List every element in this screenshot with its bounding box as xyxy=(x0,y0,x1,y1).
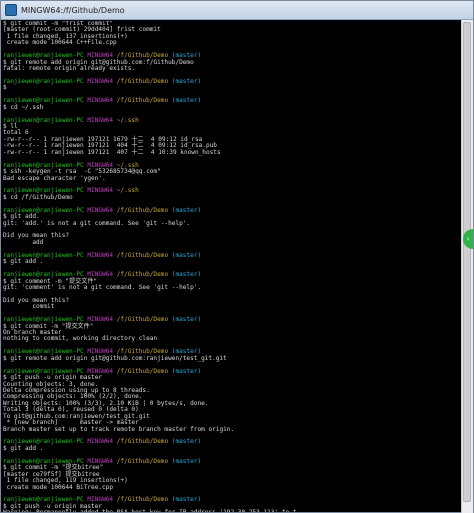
terminal-text-segment: add xyxy=(3,238,44,246)
terminal-branch-segment: (master) xyxy=(171,97,202,105)
terminal-host-segment: MINGW64 xyxy=(87,187,114,195)
vertical-scrollbar[interactable] xyxy=(461,20,473,513)
terminal-branch-segment: (master) xyxy=(171,77,202,85)
terminal-text-segment: -rw-r--r-- 1 ranjiewen 197121 407 十二 4 1… xyxy=(3,148,221,156)
terminal-path-segment: /f/Github/Demo xyxy=(116,367,169,375)
terminal-branch-segment: (master) xyxy=(171,206,202,214)
terminal-text-segment: $ cd /f/Github/Demo xyxy=(3,193,73,201)
terminal-host-segment: MINGW64 xyxy=(87,251,114,259)
terminal-path-segment: /f/Github/Demo xyxy=(116,206,169,214)
terminal-host-segment: MINGW64 xyxy=(87,438,114,446)
terminal-branch-segment: (master) xyxy=(171,496,202,504)
terminal-text-segment: Warning: Permanently added the RSA host … xyxy=(3,509,297,512)
title-bar[interactable]: MINGW64:/f/Github/Demo xyxy=(1,1,473,20)
terminal-window: MINGW64:/f/Github/Demo $ git commit -m "… xyxy=(0,0,474,513)
terminal-path-segment: /f/Github/Demo xyxy=(116,271,169,279)
terminal-host-segment: MINGW64 xyxy=(87,97,114,105)
terminal-line: Warning: Permanently added the RSA host … xyxy=(3,510,461,512)
terminal-path-segment: /f/Github/Demo xyxy=(116,496,169,504)
terminal-path-segment: /f/Github/Demo xyxy=(116,77,169,85)
terminal-text-segment: git: 'comment' is not a git command. See… xyxy=(3,283,202,291)
terminal-branch-segment: (master) xyxy=(171,367,202,375)
terminal-text-segment: $ xyxy=(3,84,7,92)
terminal-user-segment: ranjiewen@ranjiewen-PC xyxy=(3,77,84,85)
terminal-branch-segment: (master) xyxy=(171,316,202,324)
terminal-path-segment: ~/.ssh xyxy=(116,187,139,195)
terminal-branch-segment: (master) xyxy=(171,438,202,446)
terminal-text-segment: $ git remote add origin git@github.com:r… xyxy=(3,354,227,362)
terminal-branch-segment: (master) xyxy=(171,271,202,279)
terminal-path-segment: /f/Github/Demo xyxy=(116,316,169,324)
terminal-text-segment: create mode 100644 BiTree.cpp xyxy=(3,483,114,491)
terminal-path-segment: /f/Github/Demo xyxy=(116,438,169,446)
terminal-text-segment: Branch master set up to track remote bra… xyxy=(3,425,235,433)
terminal-text-segment: git: 'add.' is not a git command. See 'g… xyxy=(3,219,191,227)
terminal-text-segment: $ git add . xyxy=(3,258,44,266)
terminal-text-segment: fatal: remote origin already exists. xyxy=(3,65,136,73)
terminal-path-segment: /f/Github/Demo xyxy=(116,457,169,465)
terminal-path-segment: /f/Github/Demo xyxy=(116,97,169,105)
terminal-output[interactable]: $ git commit -m "frist commit" [master (r… xyxy=(3,21,461,512)
terminal-text-segment: $ git add . xyxy=(3,444,44,452)
terminal-host-segment: MINGW64 xyxy=(87,206,114,214)
terminal-text-segment: commit xyxy=(3,303,55,311)
terminal-path-segment: /f/Github/Demo xyxy=(116,251,169,259)
scroll-thumb[interactable] xyxy=(463,22,471,502)
terminal-text-segment: nothing to commit, working directory cle… xyxy=(3,335,158,343)
terminal-branch-segment: (master) xyxy=(171,457,202,465)
expand-tab-glyph: ‹ xyxy=(466,235,470,243)
terminal-branch-segment: (master) xyxy=(171,251,202,259)
terminal-text-segment: create mode 100644 C++File.cpp xyxy=(3,39,117,47)
window-title: MINGW64:/f/Github/Demo xyxy=(21,5,125,15)
terminal-text-segment: $ cd ~/.ssh xyxy=(3,103,44,111)
terminal-text-segment: Bad escape character 'ygen'. xyxy=(3,174,106,182)
terminal-host-segment: MINGW64 xyxy=(87,116,114,124)
terminal-host-segment: MINGW64 xyxy=(87,77,114,85)
git-bash-icon xyxy=(5,4,17,16)
terminal-path-segment: ~/.ssh xyxy=(116,116,139,124)
